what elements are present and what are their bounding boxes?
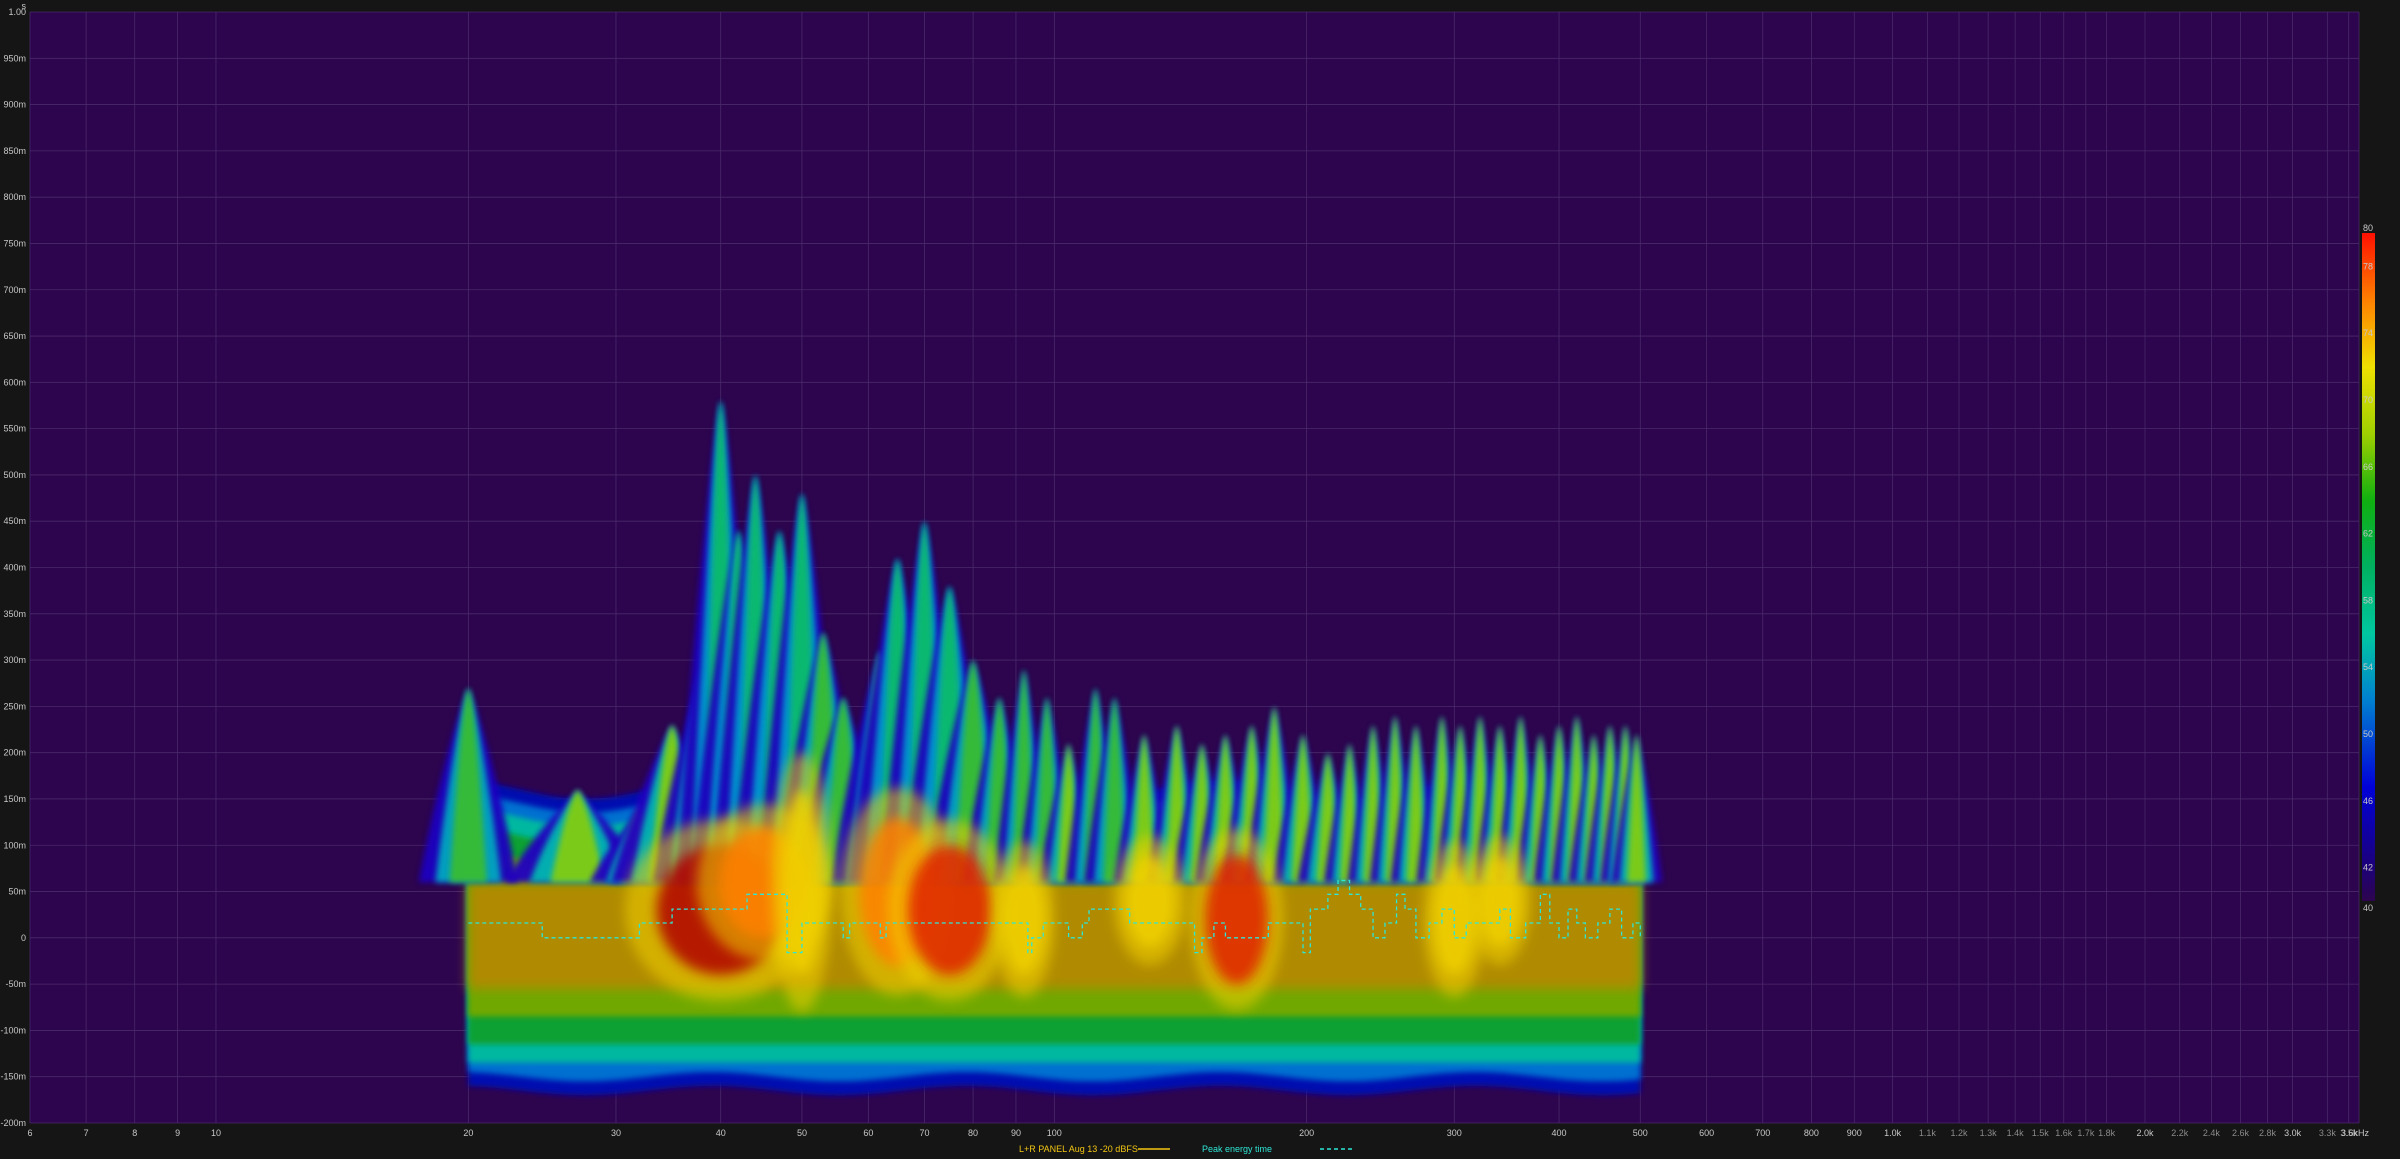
colorbar-tick-70: 70: [2363, 395, 2373, 405]
x-tick-label-40: 40: [716, 1128, 726, 1138]
x-tick-label-30: 30: [611, 1128, 621, 1138]
colorbar-tick-50: 50: [2363, 729, 2373, 739]
x-tick-label-2-0k: 2.0k: [2136, 1128, 2154, 1138]
x-tick-label-10: 10: [211, 1128, 221, 1138]
y-tick-label-200m: -200m: [0, 1118, 26, 1128]
x-tick-label-1-3k: 1.3k: [1980, 1128, 1998, 1138]
y-tick-label-100m: 100m: [3, 840, 26, 850]
y-tick-label-800m: 800m: [3, 192, 26, 202]
x-tick-label-2-4k: 2.4k: [2203, 1128, 2221, 1138]
x-tick-label-70: 70: [919, 1128, 929, 1138]
x-tick-label-600: 600: [1699, 1128, 1714, 1138]
hot-spot-core-5: [1003, 863, 1045, 975]
x-tick-label-1-0k: 1.0k: [1884, 1128, 1902, 1138]
legend-label-peak-energy-time: Peak energy time: [1202, 1144, 1272, 1154]
x-tick-label-1-5k: 1.5k: [2032, 1128, 2050, 1138]
x-tick-label-900: 900: [1847, 1128, 1862, 1138]
y-tick-label-650m: 650m: [3, 331, 26, 341]
hot-spot-core-9: [1479, 854, 1521, 948]
x-tick-label-20: 20: [463, 1128, 473, 1138]
x-tick-label-500: 500: [1633, 1128, 1648, 1138]
x-tick-label-3-0k: 3.0k: [2284, 1128, 2302, 1138]
colorbar-tick-66: 66: [2363, 462, 2373, 472]
y-tick-label-100m: -100m: [0, 1025, 26, 1035]
corner-label: s: [22, 1, 27, 11]
x-tick-label-400: 400: [1552, 1128, 1567, 1138]
x-tick-label-6: 6: [27, 1128, 32, 1138]
colorbar-tick-78: 78: [2363, 261, 2373, 271]
y-tick-label-0: 0: [21, 933, 26, 943]
x-tick-label-80: 80: [968, 1128, 978, 1138]
hot-spot-core-3: [908, 845, 991, 975]
legend: L+R PANEL Aug 13 -20 dBFS Peak energy ti…: [1019, 1144, 1352, 1154]
y-tick-label-850m: 850m: [3, 146, 26, 156]
hot-spot-core-6: [1125, 854, 1175, 948]
x-tick-label-3-3k: 3.3k: [2319, 1128, 2337, 1138]
y-tick-label-400m: 400m: [3, 563, 26, 573]
y-tick-label-950m: 950m: [3, 53, 26, 63]
colorbar-tick-46: 46: [2363, 796, 2373, 806]
y-axis-ticks: 1.00950m900m850m800m750m700m650m600m550m…: [0, 7, 26, 1128]
colorbar-tick-40: 40: [2363, 903, 2373, 913]
x-tick-label-800: 800: [1804, 1128, 1819, 1138]
y-tick-label-600m: 600m: [3, 377, 26, 387]
colorbar-tick-80: 80: [2363, 223, 2373, 233]
y-tick-label-50m: -50m: [5, 979, 26, 989]
colorbar-tick-74: 74: [2363, 328, 2373, 338]
colorbar-tick-58: 58: [2363, 595, 2373, 605]
y-tick-label-550m: 550m: [3, 424, 26, 434]
y-tick-label-750m: 750m: [3, 238, 26, 248]
colorbar-tick-54: 54: [2363, 662, 2373, 672]
y-tick-label-200m: 200m: [3, 748, 26, 758]
y-tick-label-150m: -150m: [0, 1072, 26, 1082]
colorbar-tick-42: 42: [2363, 863, 2373, 873]
legend-label-l-r-panel: L+R PANEL Aug 13 -20 dBFS: [1019, 1144, 1138, 1154]
x-tick-label-7: 7: [84, 1128, 89, 1138]
y-tick-label-300m: 300m: [3, 655, 26, 665]
waterfall-chart: 1.00950m900m850m800m750m700m650m600m550m…: [0, 1, 2375, 1154]
y-tick-label-700m: 700m: [3, 285, 26, 295]
x-tick-label-90: 90: [1011, 1128, 1021, 1138]
x-tick-label-1-8k: 1.8k: [2098, 1128, 2116, 1138]
y-tick-label-350m: 350m: [3, 609, 26, 619]
x-tick-label-1-6k: 1.6k: [2055, 1128, 2073, 1138]
y-tick-label-900m: 900m: [3, 100, 26, 110]
x-axis-ticks: 6 7 8 9 10 20 30 40 50 60 70 80 90 100 200 300 400 500 600…: [27, 1128, 2369, 1138]
x-tick-label-3-6khz: 3.6kHz: [2341, 1128, 2370, 1138]
x-tick-label-9: 9: [175, 1128, 180, 1138]
hot-spot-core-7: [1205, 854, 1268, 985]
y-tick-label-450m: 450m: [3, 516, 26, 526]
y-tick-label-150m: 150m: [3, 794, 26, 804]
x-tick-label-50: 50: [797, 1128, 807, 1138]
x-tick-label-1-2k: 1.2k: [1951, 1128, 1969, 1138]
colorbar-tick-62: 62: [2363, 529, 2373, 539]
x-tick-label-1-1k: 1.1k: [1919, 1128, 1937, 1138]
x-tick-label-700: 700: [1755, 1128, 1770, 1138]
x-tick-label-200: 200: [1299, 1128, 1314, 1138]
x-tick-label-100: 100: [1047, 1128, 1062, 1138]
x-tick-label-2-2k: 2.2k: [2171, 1128, 2189, 1138]
y-tick-label-250m: 250m: [3, 701, 26, 711]
x-tick-label-1-4k: 1.4k: [2007, 1128, 2025, 1138]
x-tick-label-60: 60: [863, 1128, 873, 1138]
y-tick-label-500m: 500m: [3, 470, 26, 480]
x-tick-label-2-8k: 2.8k: [2259, 1128, 2277, 1138]
x-tick-label-2-6k: 2.6k: [2232, 1128, 2250, 1138]
x-tick-label-300: 300: [1447, 1128, 1462, 1138]
x-tick-label-1-7k: 1.7k: [2077, 1128, 2095, 1138]
x-tick-label-8: 8: [132, 1128, 137, 1138]
y-tick-label-50m: 50m: [8, 887, 26, 897]
